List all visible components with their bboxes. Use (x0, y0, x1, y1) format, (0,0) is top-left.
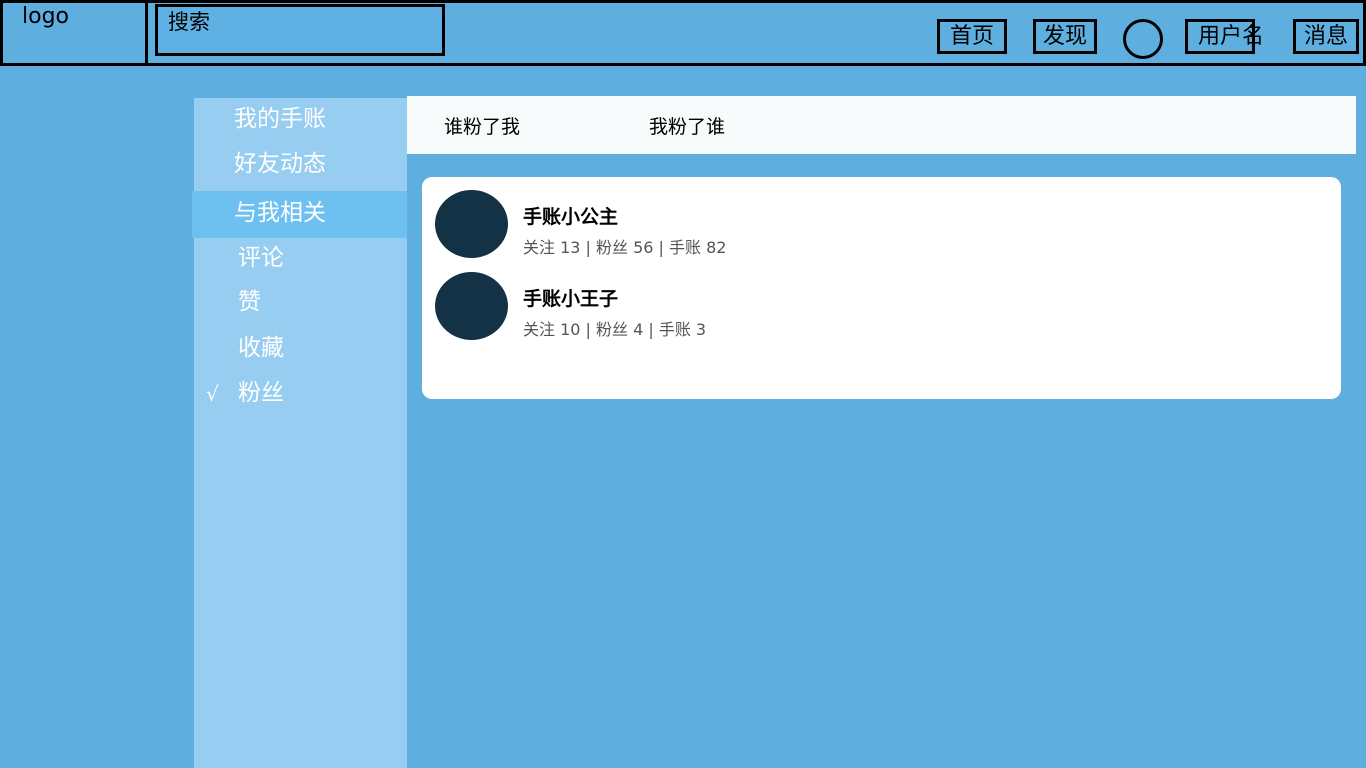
user-avatar-icon[interactable] (1123, 19, 1163, 59)
list-item[interactable]: 手账小公主 关注 13 | 粉丝 56 | 手账 82 (422, 190, 1341, 260)
tab-who-i-follow[interactable]: 我粉了谁 (649, 114, 725, 140)
user-list-card: 手账小公主 关注 13 | 粉丝 56 | 手账 82 手账小王子 关注 10 … (422, 177, 1341, 399)
tabs-bar: 谁粉了我 我粉了谁 (407, 96, 1356, 154)
top-header: logo 搜索 首页 发现 用户名 消息 (0, 0, 1366, 66)
nav-messages-button[interactable]: 消息 (1293, 19, 1359, 54)
sidebar: 我的手账 好友动态 与我相关 评论 赞 收藏 √ 粉丝 (192, 98, 407, 768)
avatar[interactable] (435, 272, 508, 340)
nav-home-button[interactable]: 首页 (937, 19, 1007, 54)
search-input[interactable]: 搜索 (155, 4, 445, 56)
avatar[interactable] (435, 190, 508, 258)
list-item[interactable]: 手账小王子 关注 10 | 粉丝 4 | 手账 3 (422, 272, 1341, 342)
sidebar-item-friend-feed[interactable]: 好友动态 (234, 149, 326, 179)
sidebar-item-likes[interactable]: 赞 (238, 287, 261, 317)
logo-area[interactable]: logo (3, 3, 148, 63)
user-stats: 关注 10 | 粉丝 4 | 手账 3 (523, 320, 707, 339)
sidebar-item-favorites[interactable]: 收藏 (238, 333, 284, 363)
checkmark-icon: √ (206, 382, 219, 406)
sidebar-item-comments[interactable]: 评论 (238, 243, 284, 273)
user-stats: 关注 13 | 粉丝 56 | 手账 82 (523, 238, 727, 257)
sidebar-item-related-to-me[interactable]: 与我相关 (234, 198, 326, 228)
user-name[interactable]: 手账小公主 (523, 204, 618, 230)
sidebar-item-fans[interactable]: 粉丝 (238, 378, 284, 408)
tab-who-follows-me[interactable]: 谁粉了我 (444, 114, 520, 140)
logo[interactable]: logo (22, 3, 69, 31)
sidebar-item-my-journal[interactable]: 我的手账 (234, 104, 326, 134)
nav-username-button[interactable]: 用户名 (1185, 19, 1264, 54)
nav-discover-button[interactable]: 发现 (1033, 19, 1097, 54)
user-name[interactable]: 手账小王子 (523, 286, 618, 312)
search-placeholder: 搜索 (168, 10, 210, 34)
